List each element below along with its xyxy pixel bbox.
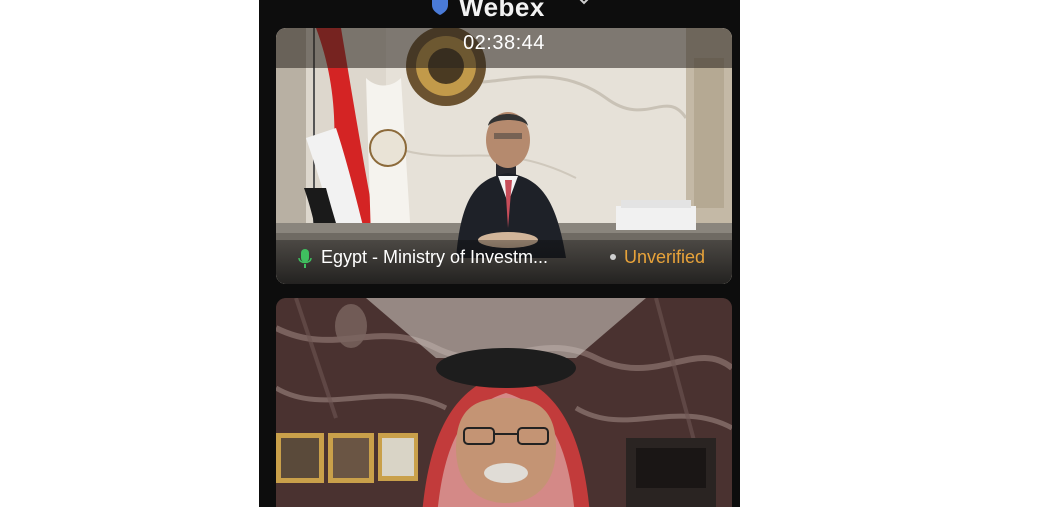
video-feed-secondary bbox=[276, 298, 732, 507]
call-timer: 02:38:44 bbox=[463, 32, 545, 54]
separator-dot bbox=[610, 254, 616, 260]
video-tile-secondary[interactable] bbox=[276, 298, 732, 507]
microphone-icon[interactable] bbox=[298, 248, 312, 270]
video-tile-main[interactable]: 02:38:44 Egypt - Ministry of Investm... … bbox=[276, 28, 732, 284]
app-title: Webex bbox=[459, 0, 545, 22]
webex-app-window: Webex 02:38:44 Egypt - Ministry of Inves… bbox=[259, 0, 740, 507]
participant-name: Egypt - Ministry of Investm... bbox=[321, 247, 549, 267]
shield-icon bbox=[432, 0, 448, 15]
top-bar: Webex bbox=[259, 0, 740, 24]
chevron-down-icon[interactable] bbox=[577, 0, 591, 8]
verification-status: Unverified bbox=[624, 247, 706, 267]
